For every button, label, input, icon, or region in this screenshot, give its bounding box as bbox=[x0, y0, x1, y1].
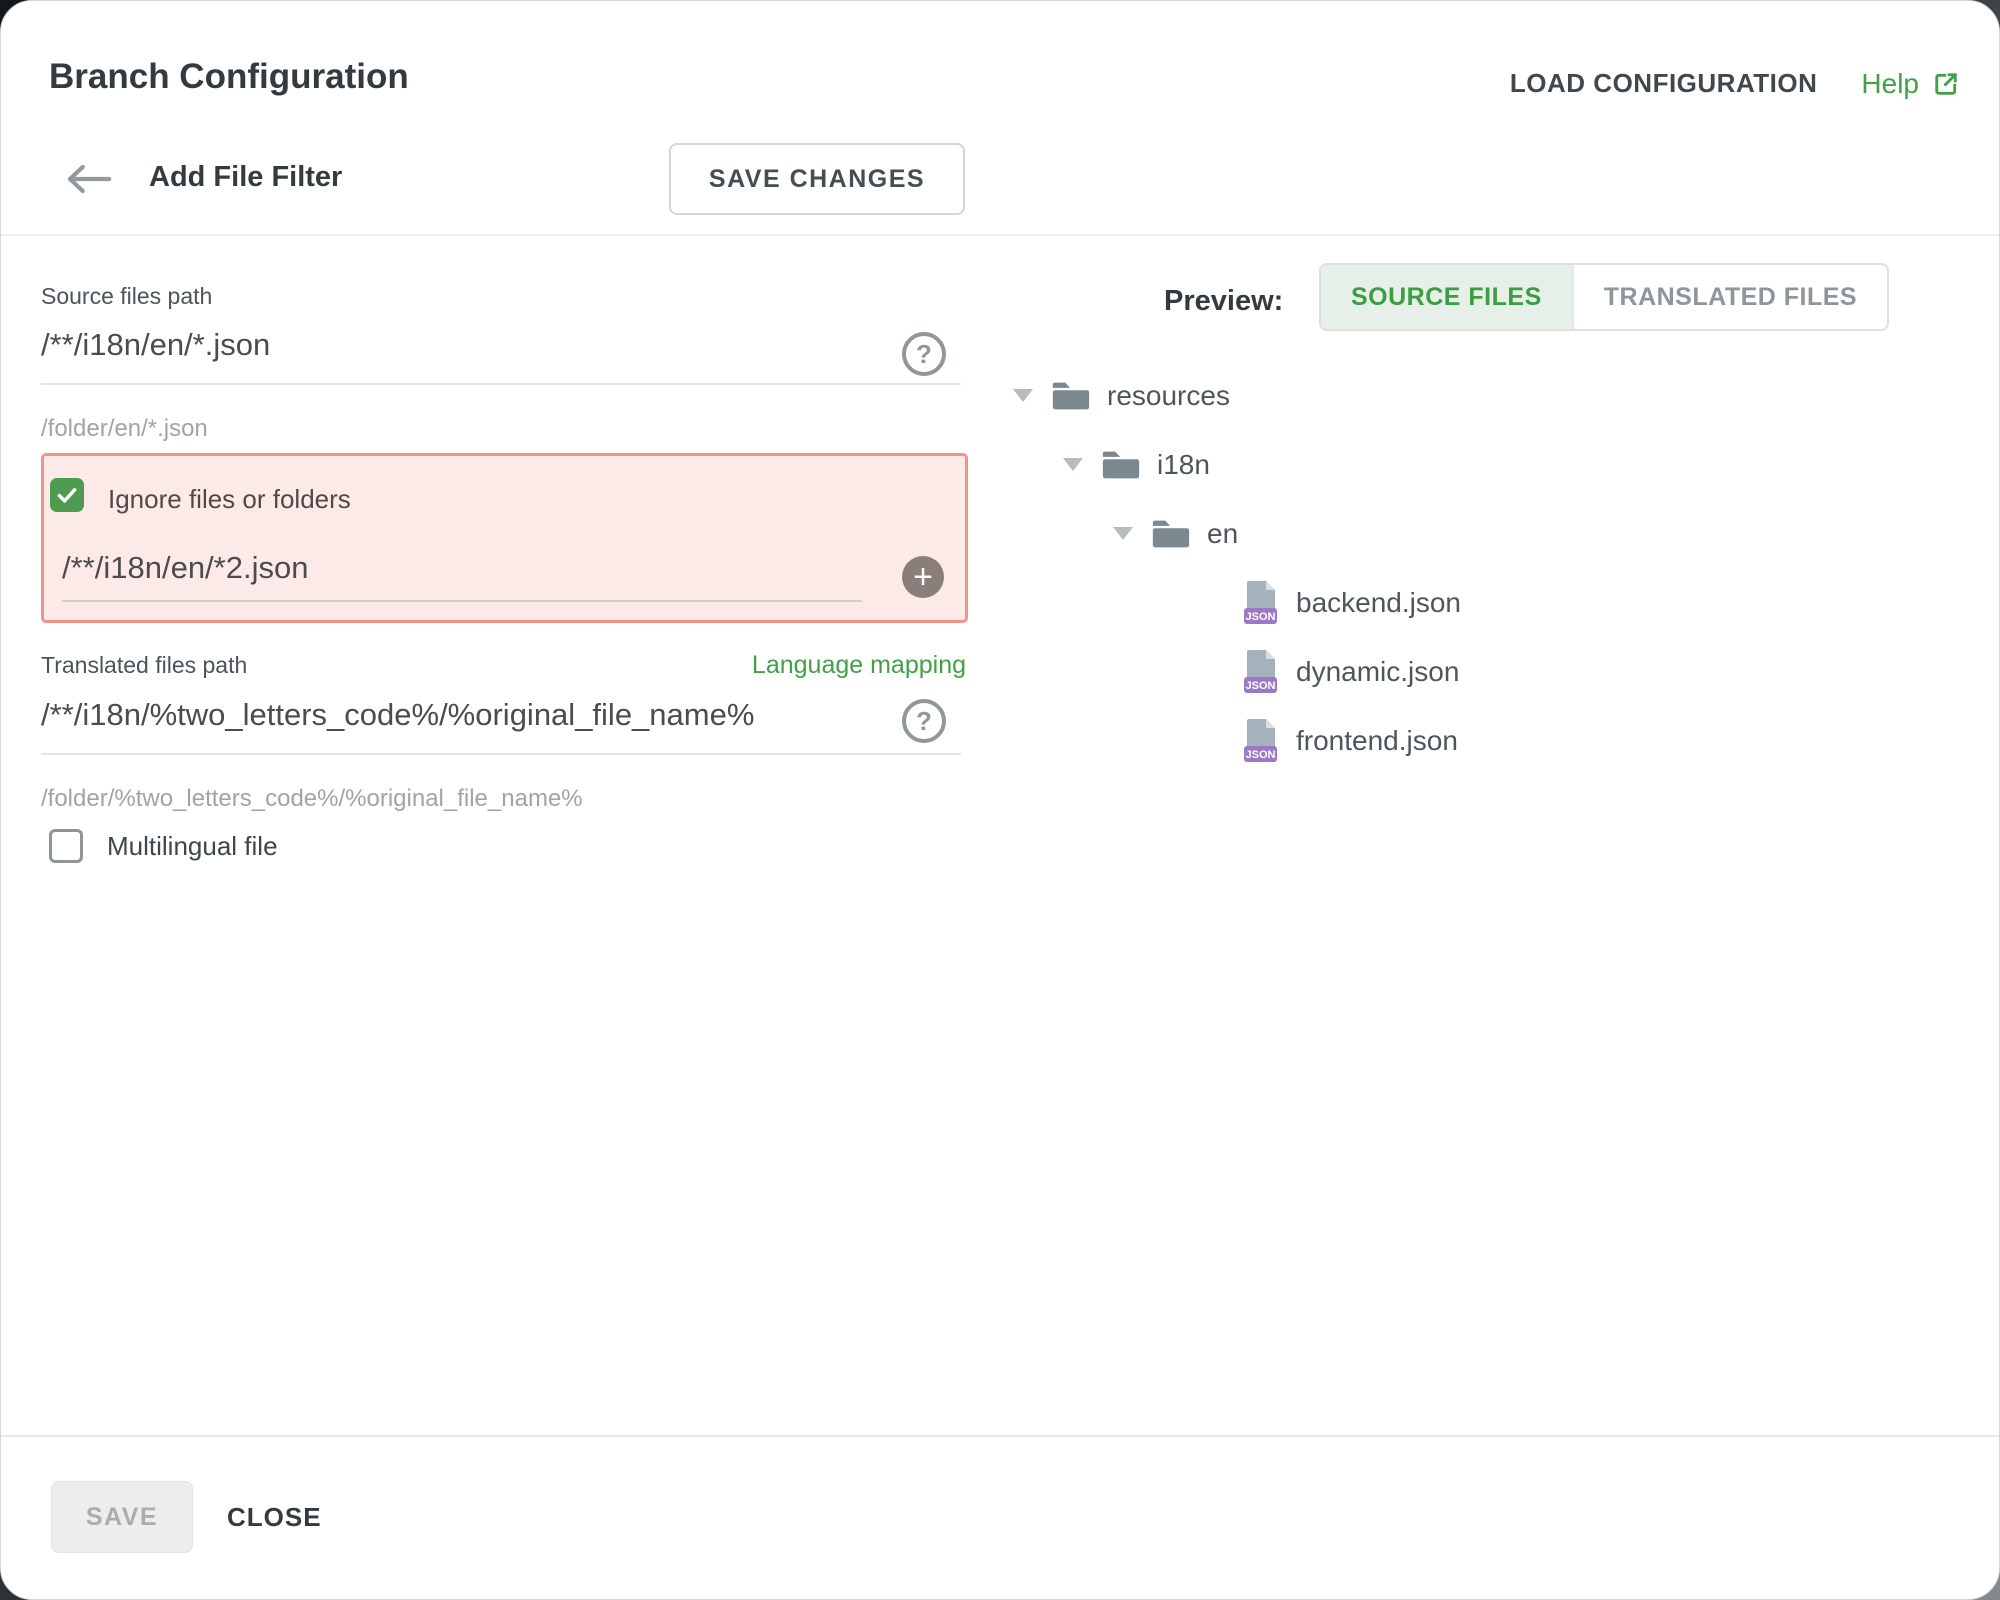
tree-row-frontend.json[interactable]: JSON frontend.json bbox=[1001, 706, 1901, 775]
expander-triangle-icon[interactable] bbox=[1113, 527, 1133, 540]
checkmark-icon bbox=[54, 482, 80, 508]
header-actions: LOAD CONFIGURATION Help bbox=[1504, 67, 1961, 100]
svg-text:JSON: JSON bbox=[1246, 749, 1276, 761]
svg-text:JSON: JSON bbox=[1246, 611, 1276, 623]
tree-node-label: i18n bbox=[1157, 449, 1210, 481]
save-button[interactable]: SAVE bbox=[51, 1481, 193, 1553]
source-path-underline bbox=[41, 383, 961, 385]
help-link[interactable]: Help bbox=[1861, 68, 1961, 100]
source-path-hint: /folder/en/*.json bbox=[41, 415, 208, 443]
translated-path-header: Translated files path Language mapping bbox=[41, 651, 966, 680]
ignore-files-panel: Ignore files or folders /**/i18n/en/*2.j… bbox=[41, 453, 968, 623]
tree-node-label: frontend.json bbox=[1296, 725, 1458, 757]
folder-icon bbox=[1101, 448, 1141, 481]
json-file-icon: JSON bbox=[1244, 718, 1280, 764]
header-divider bbox=[1, 234, 2000, 236]
translated-path-underline bbox=[41, 753, 961, 755]
tree-node-label: en bbox=[1207, 518, 1238, 550]
ignore-files-checkbox[interactable] bbox=[50, 478, 84, 512]
filter-title: Add File Filter bbox=[149, 161, 342, 194]
save-changes-button[interactable]: SAVE CHANGES bbox=[669, 143, 965, 215]
tree-row-i18n[interactable]: i18n bbox=[1001, 430, 1901, 499]
tree-node-label: dynamic.json bbox=[1296, 656, 1459, 688]
multilingual-row: Multilingual file bbox=[49, 829, 278, 863]
multilingual-checkbox[interactable] bbox=[49, 829, 83, 863]
file-tree: resources i18n en JSON backend.json JSON dynam… bbox=[1001, 361, 1901, 775]
branch-configuration-dialog: Branch Configuration LOAD CONFIGURATION … bbox=[0, 0, 2000, 1600]
footer-divider bbox=[1, 1435, 2000, 1437]
source-path-help-icon[interactable]: ? bbox=[902, 332, 946, 376]
json-file-icon: JSON bbox=[1244, 649, 1280, 695]
preview-label: Preview: bbox=[1164, 285, 1283, 318]
tree-row-resources[interactable]: resources bbox=[1001, 361, 1901, 430]
ignore-files-label: Ignore files or folders bbox=[108, 484, 351, 515]
source-files-path-label: Source files path bbox=[41, 283, 212, 310]
folder-icon bbox=[1051, 379, 1091, 412]
arrow-left-icon bbox=[65, 162, 113, 196]
back-button[interactable] bbox=[65, 161, 113, 197]
translated-path-input[interactable]: /**/i18n/%two_letters_code%/%original_fi… bbox=[41, 697, 754, 733]
json-file-icon: JSON bbox=[1244, 580, 1280, 626]
expander-triangle-icon[interactable] bbox=[1063, 458, 1083, 471]
close-button[interactable]: CLOSE bbox=[227, 1481, 322, 1553]
source-path-input[interactable]: /**/i18n/en/*.json bbox=[41, 327, 270, 363]
translated-path-help-icon[interactable]: ? bbox=[902, 699, 946, 743]
help-link-label: Help bbox=[1861, 68, 1919, 100]
ignore-pattern-input[interactable]: /**/i18n/en/*2.json bbox=[62, 550, 308, 586]
multilingual-label: Multilingual file bbox=[107, 831, 278, 862]
preview-tab-source-files[interactable]: SOURCE FILES bbox=[1321, 265, 1572, 329]
tree-node-label: resources bbox=[1107, 380, 1230, 412]
language-mapping-link[interactable]: Language mapping bbox=[752, 651, 966, 680]
tree-row-backend.json[interactable]: JSON backend.json bbox=[1001, 568, 1901, 637]
expander-triangle-icon[interactable] bbox=[1013, 389, 1033, 402]
ignore-pattern-underline bbox=[62, 600, 862, 602]
tree-row-dynamic.json[interactable]: JSON dynamic.json bbox=[1001, 637, 1901, 706]
svg-text:JSON: JSON bbox=[1246, 680, 1276, 692]
preview-mode-toggle: SOURCE FILESTRANSLATED FILES bbox=[1319, 263, 1889, 331]
folder-icon bbox=[1151, 517, 1191, 550]
add-ignore-pattern-button[interactable]: + bbox=[902, 556, 944, 598]
load-configuration-button[interactable]: LOAD CONFIGURATION bbox=[1504, 67, 1824, 100]
external-link-icon bbox=[1931, 69, 1961, 99]
translated-files-path-label: Translated files path bbox=[41, 652, 247, 679]
page-title: Branch Configuration bbox=[49, 57, 409, 97]
preview-tab-translated-files[interactable]: TRANSLATED FILES bbox=[1572, 265, 1887, 329]
tree-node-label: backend.json bbox=[1296, 587, 1461, 619]
tree-row-en[interactable]: en bbox=[1001, 499, 1901, 568]
plus-icon: + bbox=[913, 558, 933, 596]
translated-path-hint: /folder/%two_letters_code%/%original_fil… bbox=[41, 785, 583, 813]
